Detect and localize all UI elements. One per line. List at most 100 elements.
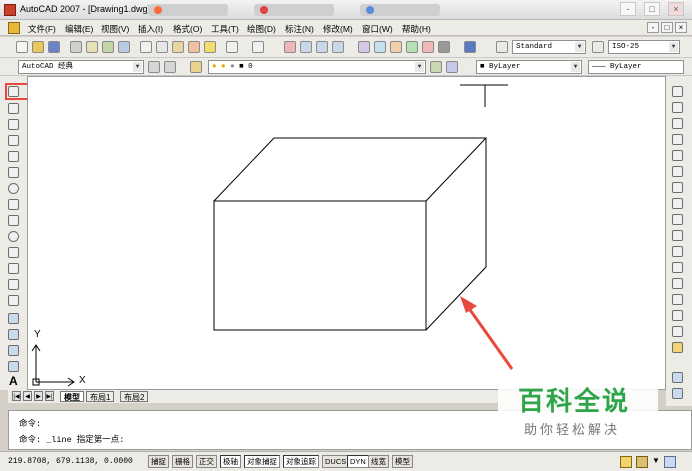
break-at-point-icon[interactable] [672,262,683,273]
workspace-settings-icon[interactable] [148,61,160,73]
menu-format[interactable]: 格式(O) [173,23,202,35]
line-icon[interactable] [8,86,19,97]
text-style-dropdown[interactable]: Standard ▼ [512,40,586,54]
fillet-icon[interactable] [672,326,683,337]
tab-layout2[interactable]: 布局2 [120,391,149,402]
browser-tab-blurred[interactable] [360,4,440,16]
polar-toggle[interactable]: 极轴 [220,455,241,468]
circle-icon[interactable] [8,183,19,194]
layer-previous-icon[interactable] [446,61,458,73]
help-icon[interactable] [464,41,476,53]
rectangle-icon[interactable] [8,151,19,162]
maximize-window-button[interactable]: □ [644,2,660,16]
tool-palettes-icon[interactable] [390,41,402,53]
save-icon[interactable] [48,41,60,53]
next-tab-icon[interactable]: ▶ [34,391,43,401]
previous-tab-icon[interactable]: ◀ [23,391,32,401]
doc-close-button[interactable]: × [675,22,687,33]
grid-toggle[interactable]: 栅格 [172,455,193,468]
table-icon[interactable] [8,361,19,372]
minimize-window-button[interactable]: - [620,2,636,16]
3d-dwf-icon[interactable] [118,41,130,53]
osnap-toggle[interactable]: 对象捕捉 [244,455,280,468]
menu-help[interactable]: 帮助(H) [402,23,431,35]
offset-icon[interactable] [672,134,683,145]
last-tab-icon[interactable]: ▶| [45,391,54,401]
design-center-icon[interactable] [374,41,386,53]
lock-icon[interactable] [636,456,648,468]
make-block-icon[interactable] [8,279,19,290]
tab-model[interactable]: 模型 [60,391,84,402]
trim-icon[interactable] [672,230,683,241]
sheet-set-icon[interactable] [406,41,418,53]
copy-icon[interactable] [156,41,168,53]
menu-dimension[interactable]: 标注(N) [285,23,314,35]
break-icon[interactable] [672,278,683,289]
otrack-toggle[interactable]: 对象追踪 [283,455,319,468]
plot-preview-icon[interactable] [86,41,98,53]
ortho-toggle[interactable]: 正交 [196,455,217,468]
paste-icon[interactable] [172,41,184,53]
polygon-icon[interactable] [8,135,19,146]
menu-view[interactable]: 视图(V) [101,23,129,35]
block-editor-icon[interactable] [204,41,216,53]
menu-modify[interactable]: 修改(M) [323,23,353,35]
menu-insert[interactable]: 插入(I) [138,23,163,35]
menu-window[interactable]: 窗口(W) [362,23,393,35]
zoom-realtime-icon[interactable] [300,41,312,53]
model-space-toggle[interactable]: 模型 [392,455,413,468]
layer-properties-icon[interactable] [190,61,202,73]
redo-icon[interactable] [252,41,264,53]
undo-icon[interactable] [226,41,238,53]
doc-minimize-button[interactable]: - [647,22,659,33]
spline-icon[interactable] [8,215,19,226]
draw-order-back-icon[interactable] [672,388,683,399]
lineweight-toggle[interactable]: 线宽 [368,455,389,468]
workspace-dropdown[interactable]: AutoCAD 经典 ▼ [18,60,144,74]
revision-cloud-icon[interactable] [8,199,19,210]
draw-order-icon[interactable] [672,372,683,383]
ducs-toggle[interactable]: DUCS [322,455,350,468]
dyn-toggle[interactable]: DYN [347,455,369,468]
browser-tab-blurred[interactable] [148,4,228,16]
polyline-icon[interactable] [8,119,19,130]
match-properties-icon[interactable] [188,41,200,53]
extend-icon[interactable] [672,246,683,257]
rotate-icon[interactable] [672,182,683,193]
zoom-previous-icon[interactable] [332,41,344,53]
region-icon[interactable] [8,345,19,356]
layer-dropdown[interactable]: ● ● ● ■ 0 ▼ [208,60,426,74]
mirror-icon[interactable] [672,118,683,129]
doc-restore-button[interactable]: □ [661,22,673,33]
browser-tab-blurred[interactable] [254,4,334,16]
hatch-icon[interactable] [8,313,19,324]
communication-center-icon[interactable] [620,456,632,468]
dimension-style-icon[interactable] [592,41,604,53]
cut-icon[interactable] [140,41,152,53]
insert-block-icon[interactable] [8,263,19,274]
multiline-text-icon[interactable]: A [9,374,18,388]
stretch-icon[interactable] [672,214,683,225]
linetype-dropdown[interactable]: ——— ByLayer [588,60,684,74]
first-tab-icon[interactable]: |◀ [12,391,21,401]
array-icon[interactable] [672,150,683,161]
properties-icon[interactable] [358,41,370,53]
calculator-icon[interactable] [438,41,450,53]
publish-icon[interactable] [102,41,114,53]
pan-icon[interactable] [284,41,296,53]
dimension-style-dropdown[interactable]: ISO-25 ▼ [608,40,680,54]
color-dropdown[interactable]: ■ ByLayer ▼ [476,60,582,74]
zoom-window-icon[interactable] [316,41,328,53]
open-folder-icon[interactable] [32,41,44,53]
move-icon[interactable] [672,166,683,177]
save-workspace-icon[interactable] [164,61,176,73]
close-window-button[interactable]: × [668,2,684,16]
point-icon[interactable] [8,295,19,306]
text-style-icon[interactable] [496,41,508,53]
tab-layout1[interactable]: 布局1 [86,391,115,402]
coordinate-readout[interactable]: 219.8708, 679.1138, 0.0000 [8,457,133,466]
clean-screen-icon[interactable] [664,456,676,468]
menu-file[interactable]: 文件(F) [28,23,56,35]
status-menu-chevron-icon[interactable]: ▼ [652,456,660,465]
construction-line-icon[interactable] [8,103,19,114]
